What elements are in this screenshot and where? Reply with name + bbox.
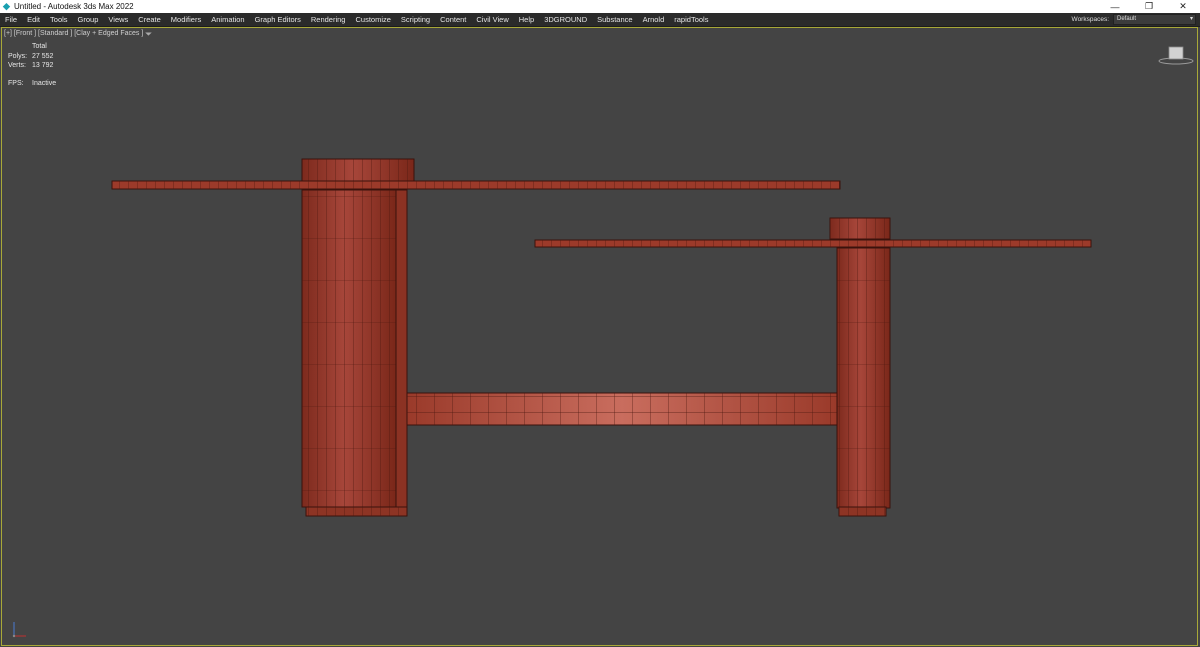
fps-row: FPS: Inactive — [8, 80, 56, 87]
close-button[interactable]: ✕ — [1166, 0, 1200, 13]
menu-content[interactable]: Content — [435, 15, 471, 24]
left-table-mesh — [111, 158, 841, 517]
verts-label: Verts: — [8, 62, 26, 69]
menu-group[interactable]: Group — [73, 15, 104, 24]
menu-modifiers[interactable]: Modifiers — [166, 15, 206, 24]
chevron-down-icon: ▾ — [1189, 16, 1193, 22]
scene-canvas[interactable] — [2, 28, 1199, 647]
menu-bar: File Edit Tools Group Views Create Modif… — [0, 13, 1200, 27]
stats-panel: Total Polys: 27 552 Verts: 13 792 — [8, 42, 53, 71]
menu-customize[interactable]: Customize — [350, 15, 395, 24]
menu-scripting[interactable]: Scripting — [396, 15, 435, 24]
menu-graph-editors[interactable]: Graph Editors — [250, 15, 306, 24]
menu-create[interactable]: Create — [133, 15, 166, 24]
polys-value: 27 552 — [32, 52, 54, 60]
menu-views[interactable]: Views — [103, 15, 133, 24]
fps-value: Inactive — [32, 80, 57, 87]
menu-3dground[interactable]: 3DGROUND — [539, 15, 592, 24]
viewcube-icon[interactable] — [1158, 45, 1194, 65]
menu-civil-view[interactable]: Civil View — [471, 15, 513, 24]
verts-value: 13 792 — [32, 62, 54, 69]
menu-file[interactable]: File — [0, 15, 22, 24]
workspace-selector: Workspaces: Default ▾ — [1072, 13, 1196, 26]
menu-animation[interactable]: Animation — [206, 15, 249, 24]
menu-rendering[interactable]: Rendering — [306, 15, 351, 24]
restore-button[interactable]: ❐ — [1132, 0, 1166, 13]
viewport-label[interactable]: [+] [Front ] [Standard ] [Clay + Edged F… — [4, 30, 143, 37]
window-controls: — ❐ ✕ — [1098, 0, 1200, 13]
axis-gizmo-icon — [12, 622, 26, 638]
fps-label: FPS: — [8, 80, 24, 87]
menu-arnold[interactable]: Arnold — [638, 15, 670, 24]
left-column-edge — [395, 189, 408, 517]
menu-help[interactable]: Help — [514, 15, 539, 24]
menu-substance[interactable]: Substance — [592, 15, 637, 24]
menu-rapidtools[interactable]: rapidTools — [669, 15, 713, 24]
workspace-value: Default — [1117, 16, 1137, 22]
menu-tools[interactable]: Tools — [45, 15, 73, 24]
polys-label: Polys: — [8, 52, 28, 60]
filter-icon[interactable]: ⏷ — [145, 29, 152, 40]
workspace-label: Workspaces: — [1071, 16, 1109, 23]
front-viewport[interactable]: [+] [Front ] [Standard ] [Clay + Edged F… — [1, 27, 1198, 646]
minimize-button[interactable]: — — [1098, 0, 1132, 13]
right-table-mesh — [534, 217, 1092, 517]
app-icon: ◆ — [3, 1, 10, 11]
menu-edit[interactable]: Edit — [22, 15, 45, 24]
title-bar: ◆ Untitled - Autodesk 3ds Max 2022 — ❐ ✕ — [0, 0, 1200, 13]
stats-header: Total — [32, 43, 47, 50]
window-title: Untitled - Autodesk 3ds Max 2022 — [14, 2, 134, 11]
workspace-dropdown[interactable]: Default ▾ — [1113, 14, 1196, 25]
connecting-bar-mesh — [406, 392, 838, 426]
